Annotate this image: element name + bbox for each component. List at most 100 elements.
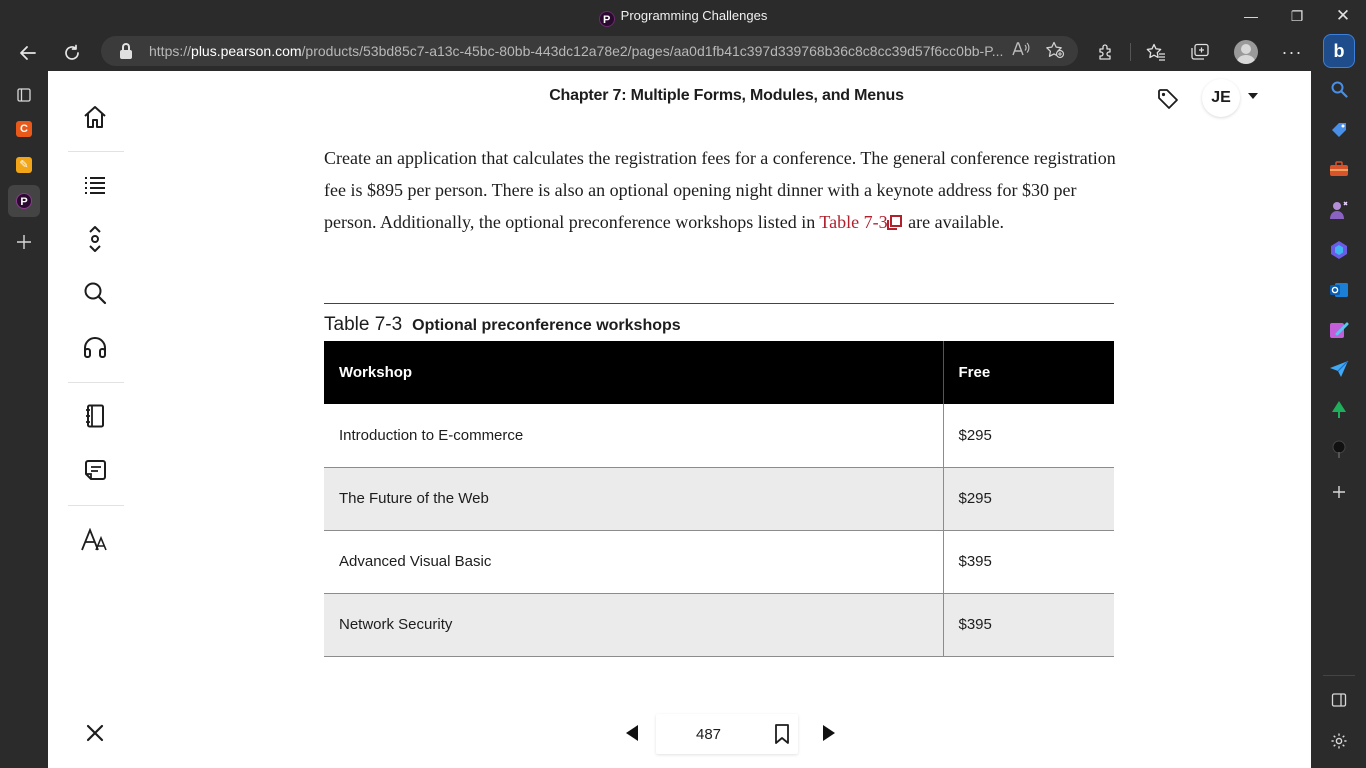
- table-top-rule: [324, 303, 1114, 304]
- sidebar-send-icon[interactable]: [1328, 360, 1350, 382]
- flashcards-button[interactable]: [75, 452, 115, 488]
- workshop-cell: Introduction to E-commerce: [324, 404, 943, 468]
- audio-button[interactable]: [75, 329, 115, 365]
- next-page-button[interactable]: [823, 725, 835, 741]
- pencil-favicon-icon: ✎: [16, 156, 32, 173]
- fee-cell: $395: [942, 530, 1114, 594]
- minimize-button[interactable]: —: [1228, 0, 1274, 32]
- display-settings-button[interactable]: [75, 522, 115, 558]
- nav-separator: [68, 382, 124, 383]
- tab-c-site[interactable]: C: [8, 113, 40, 145]
- close-window-button[interactable]: ✕: [1320, 0, 1366, 32]
- external-link-icon[interactable]: [886, 215, 902, 230]
- url-path: /products/53bd85c7-a13c-45bc-80bb-443dc1…: [301, 43, 1004, 59]
- page-navigator: 487: [142, 711, 1311, 755]
- tab-actions-icon[interactable]: [8, 79, 40, 111]
- font-size-icon: [81, 528, 107, 551]
- sidebar-copilot-icon[interactable]: [1328, 240, 1350, 262]
- list-icon: [85, 177, 105, 194]
- profile-avatar[interactable]: [1234, 40, 1258, 64]
- notebook-icon: [86, 404, 104, 428]
- workshop-cell: The Future of the Web: [324, 467, 943, 531]
- back-button[interactable]: [12, 36, 44, 68]
- page-number-box[interactable]: 487: [656, 714, 798, 754]
- vertical-tab-strip: C ✎ P: [0, 71, 48, 768]
- sidebar-outlook-icon[interactable]: [1328, 280, 1350, 302]
- page-number[interactable]: 487: [656, 726, 761, 743]
- extensions-icon[interactable]: [1092, 38, 1120, 66]
- close-icon: [86, 724, 104, 742]
- workshops-table: Workshop Free Introduction to E-commerce…: [324, 341, 1114, 657]
- sidebar-search-icon[interactable]: [1328, 80, 1350, 102]
- cards-icon: [85, 460, 106, 480]
- sidebar-designer-icon[interactable]: [1328, 320, 1350, 342]
- read-aloud-icon[interactable]: [1011, 41, 1031, 61]
- refresh-button[interactable]: [56, 36, 88, 68]
- new-tab-button[interactable]: [8, 225, 40, 257]
- sidebar-bonsai-icon[interactable]: [1328, 440, 1350, 462]
- table-caption-title: Optional preconference workshops: [412, 317, 681, 334]
- workshop-cell: Network Security: [324, 593, 943, 657]
- url-host: plus.pearson.com: [191, 43, 302, 59]
- pearson-favicon-icon: P: [598, 11, 615, 27]
- reader-side-nav: [48, 71, 142, 768]
- more-menu-icon[interactable]: ···: [1278, 38, 1306, 66]
- search-button[interactable]: [75, 275, 115, 311]
- pearson-tab-favicon-icon: P: [16, 192, 32, 209]
- nav-separator: [68, 505, 124, 506]
- plus-icon: [17, 235, 31, 250]
- favorites-icon[interactable]: [1142, 38, 1170, 66]
- sidebar-shopping-icon[interactable]: [1328, 120, 1350, 142]
- problem-paragraph: Create an application that calculates th…: [324, 142, 1116, 238]
- toolbar-divider: [1130, 43, 1131, 61]
- table-row: Introduction to E-commerce $295: [324, 404, 1114, 468]
- table-header-row: Workshop Free: [324, 341, 1114, 404]
- paragraph-end-text: are available.: [903, 212, 1005, 232]
- page-navigation-button[interactable]: [75, 221, 115, 257]
- restore-button[interactable]: ❐: [1274, 0, 1320, 32]
- table-caption: Table 7-3 Optional preconference workshop…: [324, 314, 681, 336]
- caret-down-icon[interactable]: [1248, 93, 1258, 99]
- edge-sidebar: [1311, 71, 1366, 768]
- close-nav-button[interactable]: [75, 715, 115, 751]
- fee-cell: $295: [942, 467, 1114, 531]
- nav-separator: [68, 151, 124, 152]
- sidebar-toggle-icon[interactable]: [1328, 692, 1350, 714]
- sidebar-add-icon[interactable]: [1328, 484, 1350, 506]
- reader-content: Chapter 7: Multiple Forms, Modules, and …: [142, 71, 1311, 768]
- address-bar[interactable]: https://plus.pearson.com/products/53bd85…: [101, 36, 1078, 66]
- table-of-contents-button[interactable]: [75, 167, 115, 203]
- url-text[interactable]: https://plus.pearson.com/products/53bd85…: [149, 43, 1009, 59]
- fee-cell: $295: [942, 404, 1114, 468]
- sidebar-settings-icon[interactable]: [1328, 732, 1350, 754]
- expand-updown-icon: [89, 226, 101, 252]
- sidebar-tools-icon[interactable]: [1328, 160, 1350, 182]
- arrow-left-icon: [20, 46, 36, 61]
- lock-icon[interactable]: [119, 43, 133, 59]
- refresh-icon: [65, 44, 79, 61]
- table-row: Network Security $395: [324, 593, 1114, 657]
- table-row: Advanced Visual Basic $395: [324, 530, 1114, 594]
- home-button[interactable]: [75, 99, 115, 135]
- sidebar-tree-icon[interactable]: [1328, 400, 1350, 422]
- tab-pearson-active[interactable]: P: [8, 185, 40, 217]
- notebook-button[interactable]: [75, 398, 115, 434]
- bookmark-icon[interactable]: [774, 724, 790, 744]
- window-title-area: P Programming Challenges: [0, 8, 1366, 27]
- table-link[interactable]: Table 7-3: [819, 212, 887, 232]
- sidebar-games-icon[interactable]: [1328, 200, 1350, 222]
- page-viewport: Chapter 7: Multiple Forms, Modules, and …: [48, 71, 1311, 768]
- collections-icon[interactable]: [1186, 38, 1214, 66]
- workshop-cell: Advanced Visual Basic: [324, 530, 943, 594]
- user-menu-button[interactable]: JE: [1202, 79, 1240, 117]
- headphones-icon: [84, 337, 106, 358]
- previous-page-button[interactable]: [626, 725, 638, 741]
- column-header-fee: Free: [942, 341, 1114, 404]
- bing-chat-button[interactable]: b: [1323, 34, 1355, 68]
- home-icon: [84, 106, 106, 128]
- tab-notes-site[interactable]: ✎: [8, 149, 40, 181]
- window-title: Programming Challenges: [620, 8, 768, 23]
- add-favorite-icon[interactable]: [1045, 41, 1065, 61]
- tag-icon[interactable]: [1157, 88, 1179, 110]
- sidebar-divider: [1323, 675, 1355, 676]
